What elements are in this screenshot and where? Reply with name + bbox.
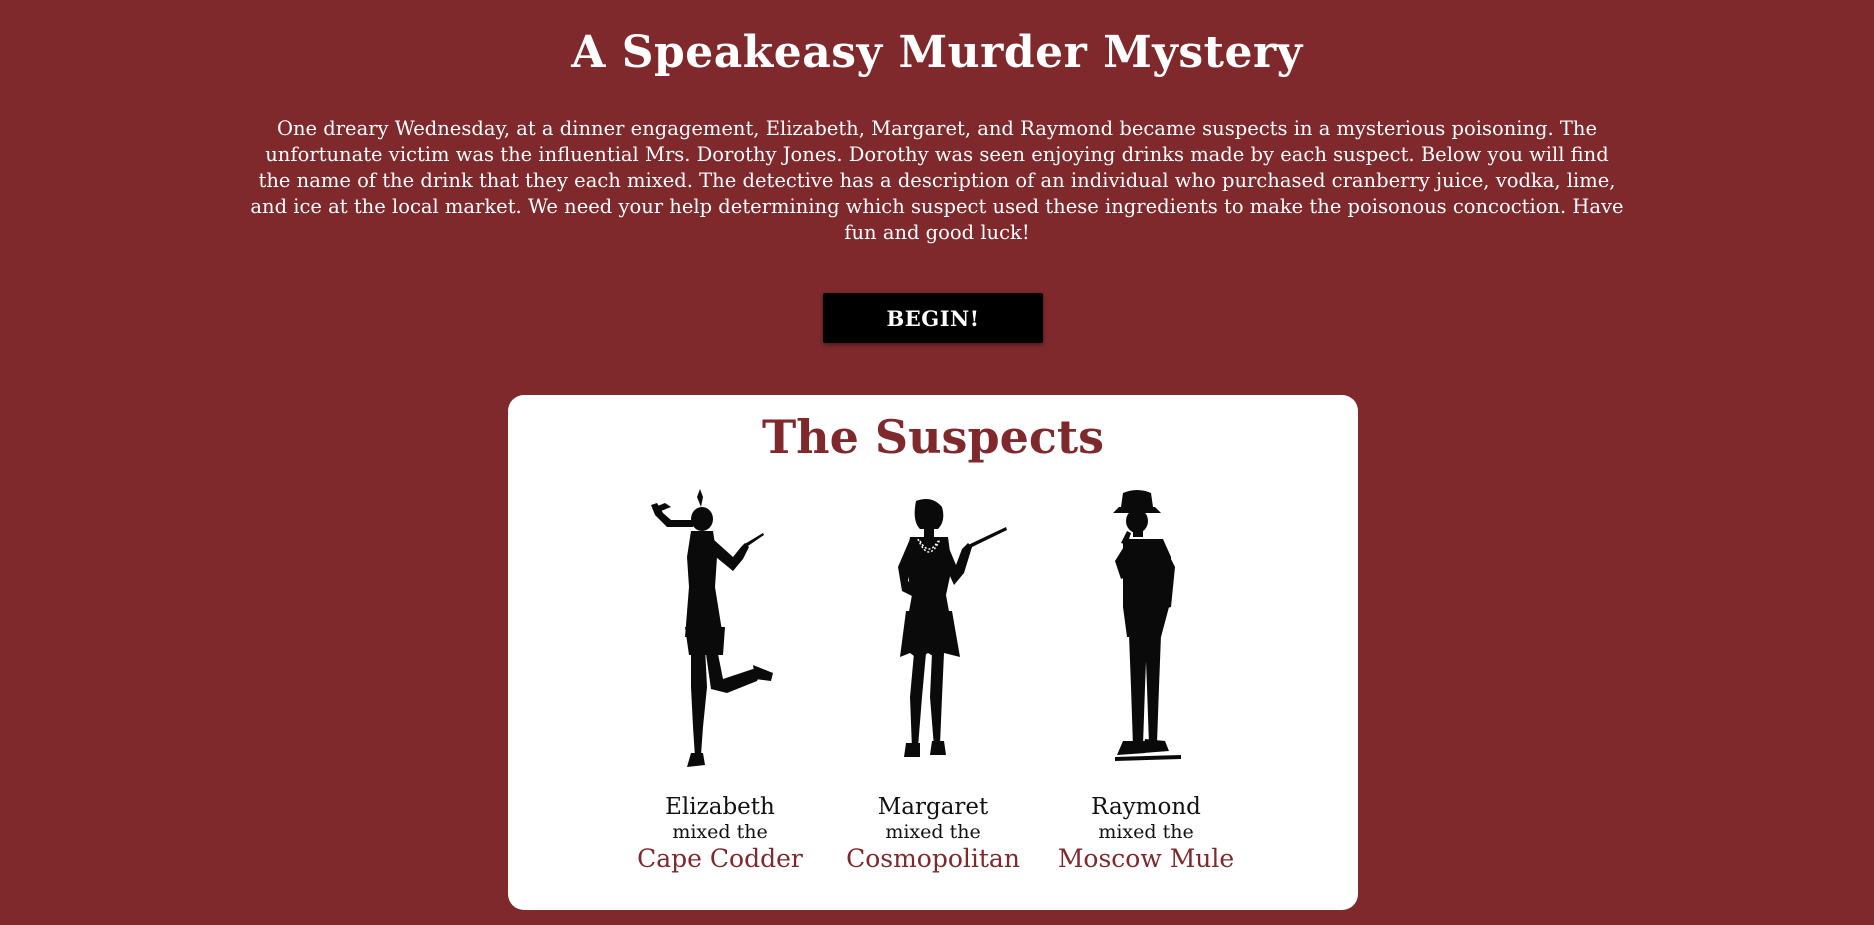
page-title: A Speakeasy Murder Mystery bbox=[571, 27, 1303, 78]
suspects-card: The Suspects Elizabeth mixed the Cape Co… bbox=[508, 395, 1358, 910]
suspect-mixed-label: mixed the bbox=[1098, 821, 1194, 843]
suspect-mixed-label: mixed the bbox=[672, 821, 768, 843]
flapper-dancing-silhouette-icon bbox=[651, 489, 773, 767]
gentleman-fedora-silhouette-icon bbox=[1113, 490, 1181, 761]
suspect-margaret: Margaret mixed the Cosmopolitan bbox=[818, 487, 1048, 907]
suspect-drink: Cape Codder bbox=[637, 844, 803, 873]
suspect-elizabeth: Elizabeth mixed the Cape Codder bbox=[605, 487, 835, 907]
begin-button[interactable]: BEGIN! bbox=[823, 293, 1043, 343]
suspect-drink: Cosmopolitan bbox=[846, 844, 1020, 873]
suspect-name: Raymond bbox=[1091, 794, 1201, 820]
intro-paragraph: One dreary Wednesday, at a dinner engage… bbox=[250, 117, 1624, 244]
flapper-standing-silhouette-icon bbox=[898, 499, 1007, 757]
suspect-raymond: Raymond mixed the Moscow Mule bbox=[1031, 487, 1261, 907]
suspect-name: Margaret bbox=[877, 794, 989, 820]
suspect-drink: Moscow Mule bbox=[1057, 844, 1235, 873]
suspect-name: Elizabeth bbox=[665, 794, 775, 820]
suspect-mixed-label: mixed the bbox=[885, 821, 981, 843]
suspects-heading: The Suspects bbox=[761, 410, 1105, 464]
